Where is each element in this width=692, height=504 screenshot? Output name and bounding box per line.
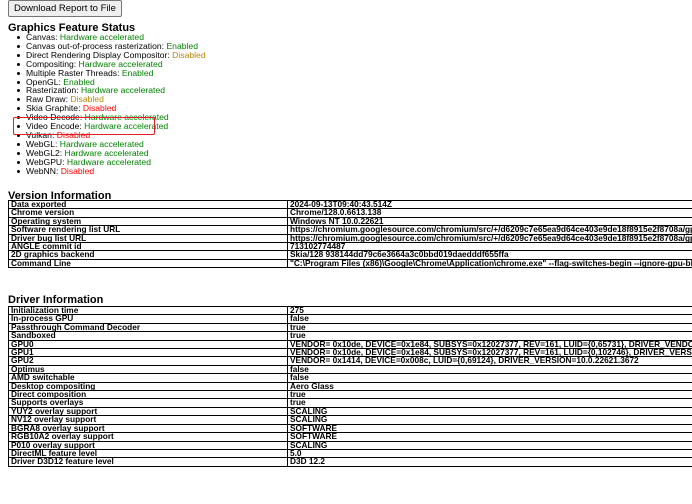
row-key: BGRA8 overlay support <box>8 423 288 434</box>
row-key: RGB10A2 overlay support <box>8 432 288 442</box>
row-value: Chrome/128.0.6613.138 <box>287 208 692 218</box>
feature-status: Enabled <box>121 67 154 78</box>
table-row: Operating system Windows NT 10.0.22621 <box>8 216 692 227</box>
version-information-table: Data exported 2024-09-13T09:40:43.514Z Chr… <box>8 199 692 269</box>
row-value: https://chromium.googlesource.com/chromi… <box>287 225 692 235</box>
row-value: true <box>287 390 692 400</box>
row-value: VENDOR= 0x10de, DEVICE=0x1e84, SUBSYS=0x… <box>287 339 692 350</box>
table-row: Sandboxed true <box>8 331 692 341</box>
row-key: Passthrough Command Decoder <box>8 322 288 333</box>
row-value: Aero Glass <box>287 381 692 392</box>
table-row: P010 overlay support SCALING <box>8 440 692 450</box>
table-row: Driver D3D12 feature level D3D 12.2 <box>8 457 692 467</box>
feature-status-list: Canvas: Hardware accelerated Canvas out-o… <box>8 33 206 176</box>
row-key: Desktop compositing <box>8 381 288 392</box>
row-value: SOFTWARE <box>287 423 692 434</box>
row-key: NV12 overlay support <box>8 415 288 425</box>
feature-name: WebNN <box>26 165 56 176</box>
row-key: GPU0 <box>8 339 288 350</box>
row-key: Optimus <box>8 364 288 375</box>
download-report-button[interactable]: Download Report to File <box>8 0 122 17</box>
row-key: 2D graphics backend <box>8 250 288 260</box>
row-value: SCALING <box>287 415 692 425</box>
table-row: Driver bug list URL https://chromium.goog… <box>8 233 692 244</box>
video-feature-highlight-box <box>13 117 155 135</box>
driver-information-heading: Driver Information <box>8 294 104 306</box>
table-row: Supports overlays true <box>8 398 692 408</box>
table-row: Passthrough Command Decoder true <box>8 322 692 333</box>
row-key: Driver D3D12 feature level <box>8 457 288 467</box>
row-key: Initialization time <box>8 305 288 316</box>
row-key: DirectML feature level <box>8 448 288 459</box>
row-key: Chrome version <box>8 208 288 218</box>
row-value: true <box>287 331 692 341</box>
row-value: D3D 12.2 <box>287 457 692 467</box>
driver-information-table: Initialization time 275 In-process GPU fals… <box>8 305 692 467</box>
feature-status: Disabled <box>172 49 206 60</box>
row-key: Sandboxed <box>8 331 288 341</box>
table-row: ANGLE commit id 713102774487 <box>8 242 692 252</box>
table-row: Optimus false <box>8 364 692 375</box>
table-row: GPU2 VENDOR= 0x1414, DEVICE=0x008c, LUID=… <box>8 356 692 366</box>
table-row: Chrome version Chrome/128.0.6613.138 <box>8 208 692 218</box>
row-value: true <box>287 322 692 333</box>
row-value: true <box>287 398 692 408</box>
row-key: Direct composition <box>8 390 288 400</box>
row-key: ANGLE commit id <box>8 242 288 252</box>
table-row: GPU1 VENDOR= 0x10de, DEVICE=0x1e84, SUBSY… <box>8 348 692 358</box>
gpu-info-page: Download Report to File Graphics Feature… <box>0 0 692 504</box>
row-value: 275 <box>287 305 692 316</box>
table-row: NV12 overlay support SCALING <box>8 415 692 425</box>
table-row: 2D graphics backend Skia/128 938144dd79c6… <box>8 250 692 260</box>
table-row: In-process GPU false <box>8 314 692 324</box>
row-value: "C:\Program Files (x86)\Google\Chrome\Ap… <box>287 258 692 269</box>
table-row: Direct composition true <box>8 390 692 400</box>
table-row: YUY2 overlay support SCALING <box>8 406 692 417</box>
table-row: RGB10A2 overlay support SOFTWARE <box>8 432 692 442</box>
row-key: In-process GPU <box>8 314 288 324</box>
row-value: false <box>287 314 692 324</box>
row-key: Driver bug list URL <box>8 233 288 244</box>
row-key: AMD switchable <box>8 373 288 383</box>
table-row: AMD switchable false <box>8 373 692 383</box>
row-key: Data exported <box>8 199 288 210</box>
row-value: Windows NT 10.0.22621 <box>287 216 692 227</box>
row-key: P010 overlay support <box>8 440 288 450</box>
feature-item: WebNN: Disabled <box>17 165 206 176</box>
table-row: Command Line "C:\Program Files (x86)\Goog… <box>8 258 692 269</box>
row-key: Command Line <box>8 258 288 269</box>
row-value: SOFTWARE <box>287 432 692 442</box>
table-row: GPU0 VENDOR= 0x10de, DEVICE=0x1e84, SUBSY… <box>8 339 692 350</box>
row-value: 5.0 <box>287 448 692 459</box>
row-value: Skia/128 938144dd79c6e3664a3c0bbd019daed… <box>287 250 692 260</box>
row-value: https://chromium.googlesource.com/chromi… <box>287 233 692 244</box>
row-key: Software rendering list URL <box>8 225 288 235</box>
table-row: Initialization time 275 <box>8 305 692 316</box>
row-value: VENDOR= 0x10de, DEVICE=0x1e84, SUBSYS=0x… <box>287 348 692 358</box>
table-row: Data exported 2024-09-13T09:40:43.514Z <box>8 199 692 210</box>
row-key: GPU2 <box>8 356 288 366</box>
row-key: GPU1 <box>8 348 288 358</box>
row-value: SCALING <box>287 406 692 417</box>
row-value: SCALING <box>287 440 692 450</box>
table-row: DirectML feature level 5.0 <box>8 448 692 459</box>
table-row: BGRA8 overlay support SOFTWARE <box>8 423 692 434</box>
row-key: Supports overlays <box>8 398 288 408</box>
row-value: 713102774487 <box>287 242 692 252</box>
row-value: 2024-09-13T09:40:43.514Z <box>287 199 692 210</box>
feature-status: Disabled <box>60 165 95 176</box>
table-row: Software rendering list URL https://chrom… <box>8 225 692 235</box>
row-value: false <box>287 364 692 375</box>
table-row: Desktop compositing Aero Glass <box>8 381 692 392</box>
row-key: YUY2 overlay support <box>8 406 288 417</box>
row-value: VENDOR= 0x1414, DEVICE=0x008c, LUID={0,6… <box>287 356 692 366</box>
row-key: Operating system <box>8 216 288 227</box>
row-value: false <box>287 373 692 383</box>
